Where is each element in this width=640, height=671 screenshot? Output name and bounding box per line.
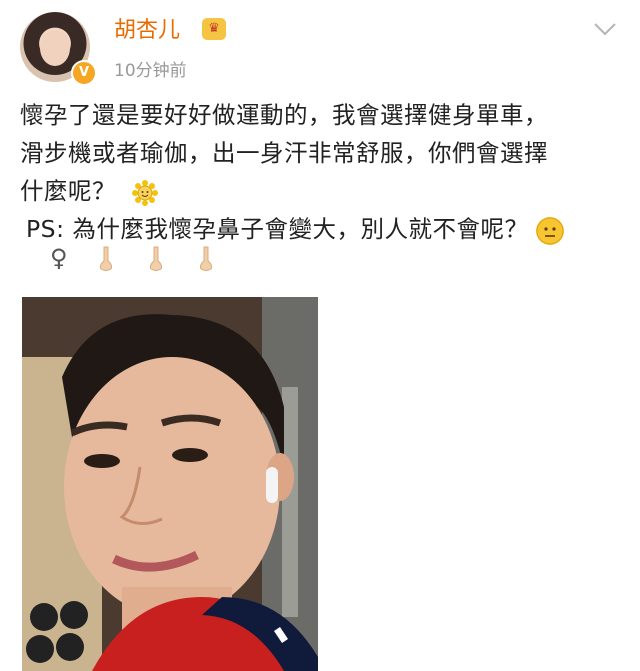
post-body: 懷孕了還是要好好做運動的，我會選擇健身單車， 滑步機或者瑜伽，出一身汗非常舒服，… [20, 96, 624, 248]
post-photo[interactable] [22, 297, 318, 671]
nose-emoji-icon [149, 246, 162, 271]
nose-emoji-icon [100, 246, 113, 271]
avatar-face [40, 30, 70, 66]
post-text-segment: 什麼呢？ [20, 177, 116, 205]
post-timestamp: 10分钟前 [114, 61, 187, 81]
post-text-line: PS: 為什麼我懷孕鼻子會變大，別人就不會呢？ [20, 210, 624, 248]
female-symbol: ♀ [50, 244, 68, 272]
emoji-row: ♀ [50, 244, 217, 273]
verified-badge-icon: V [71, 60, 97, 86]
post-text-line: 什麼呢？ [20, 172, 624, 210]
nose-emoji-icon [199, 246, 212, 271]
username[interactable]: 胡杏儿 [114, 16, 180, 46]
crown-badge-icon[interactable]: ♛ [202, 18, 226, 40]
post-text-line: 懷孕了還是要好好做運動的，我會選擇健身單車， [20, 101, 548, 129]
selfie-illustration [22, 297, 318, 671]
sunflower-emoji-icon [131, 179, 158, 206]
chevron-down-icon[interactable] [592, 18, 618, 40]
neutral-face-emoji-icon [536, 216, 565, 245]
post-text-segment: PS: 為什麼我懷孕鼻子會變大，別人就不會呢？ [26, 215, 529, 243]
post-text-line: 滑步機或者瑜伽，出一身汗非常舒服，你們會選擇 [20, 139, 548, 167]
